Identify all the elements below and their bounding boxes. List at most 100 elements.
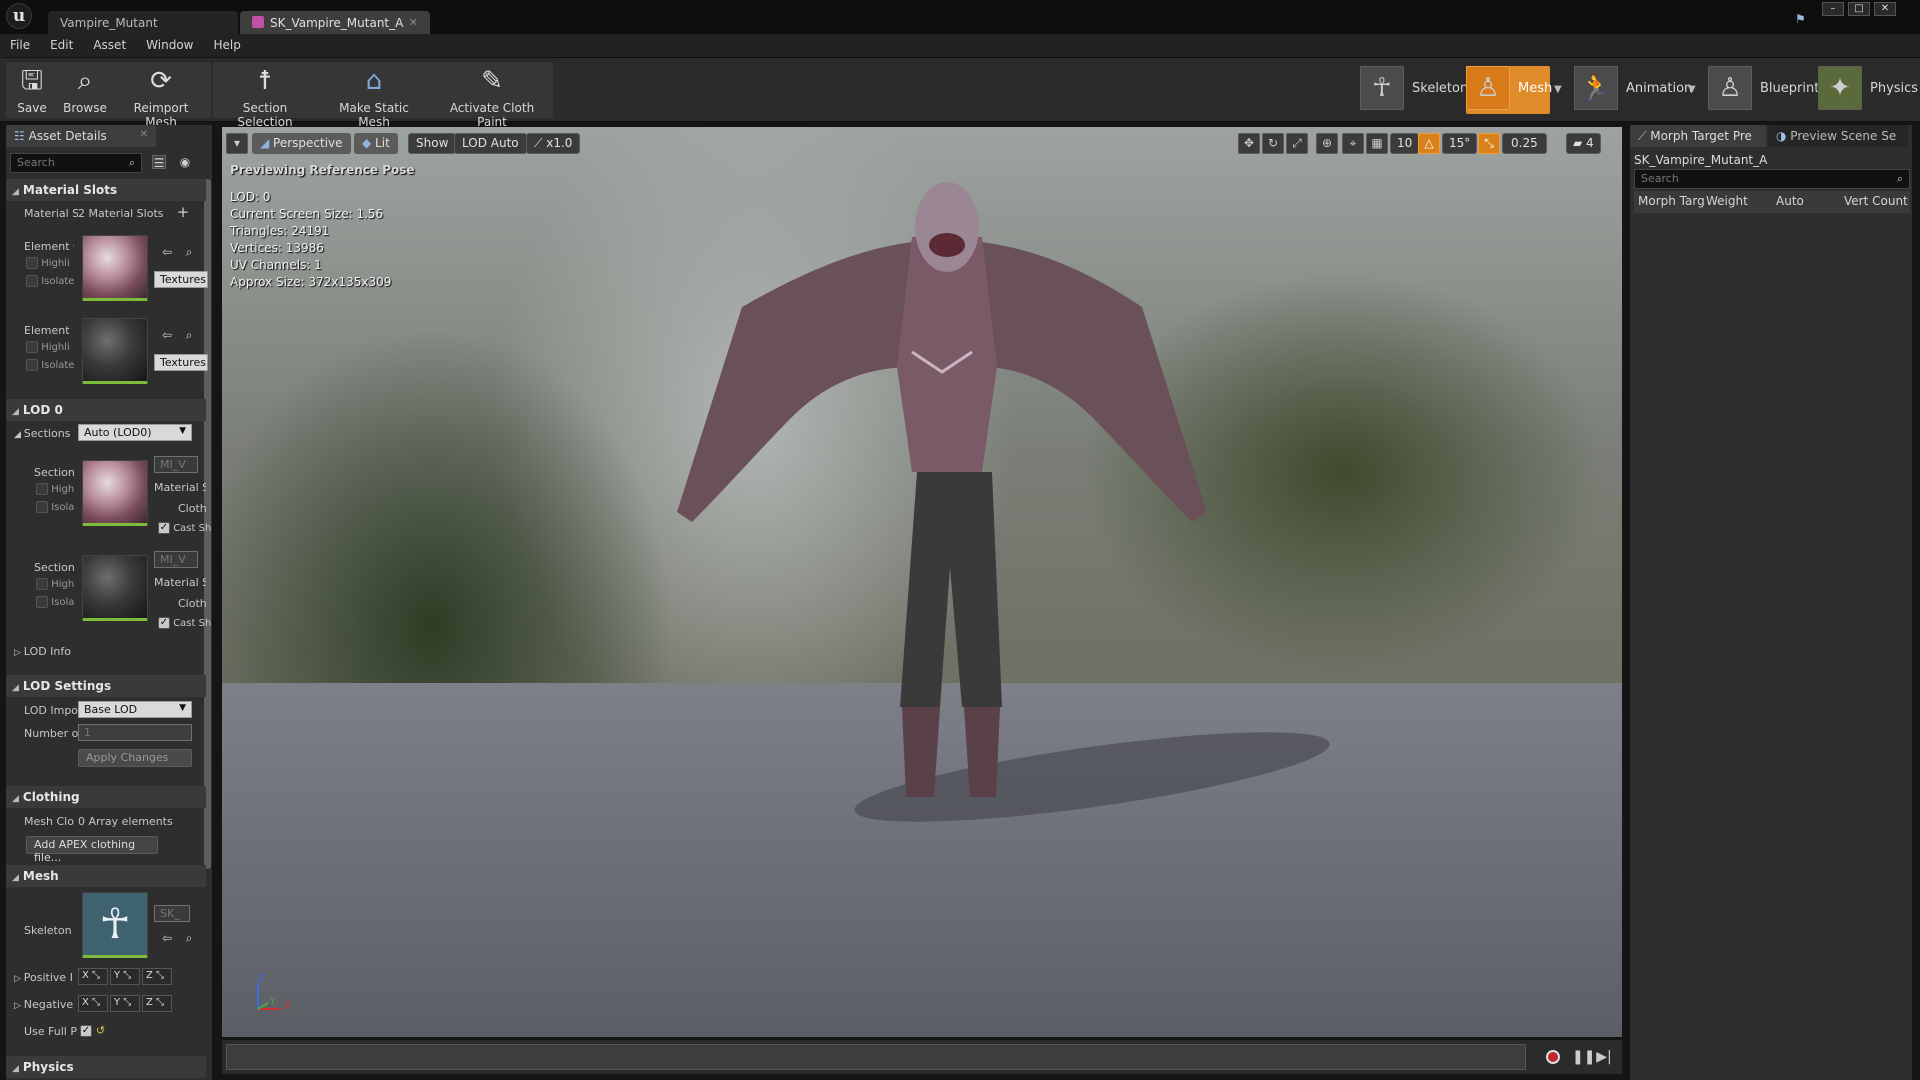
- surface-snap-icon[interactable]: ⌖: [1342, 133, 1364, 154]
- number-of-lods-input[interactable]: 1: [78, 724, 192, 741]
- checkbox[interactable]: [36, 596, 48, 608]
- rotation-snap-icon[interactable]: △: [1418, 133, 1440, 154]
- mode-physics-button[interactable]: ✦ Physics: [1818, 66, 1918, 114]
- checkbox-checked[interactable]: ✓: [158, 617, 170, 629]
- positive-bounds-row[interactable]: ▷ Positive I: [14, 971, 78, 984]
- close-window-button[interactable]: ✕: [1874, 2, 1896, 16]
- section-1-isolate[interactable]: Isola: [36, 596, 74, 608]
- mesh-dropdown-icon[interactable]: ▼: [1554, 84, 1562, 95]
- menu-help[interactable]: Help: [203, 34, 250, 56]
- step-forward-button[interactable]: ▶|: [1596, 1049, 1612, 1065]
- checkbox-checked[interactable]: ✓: [80, 1024, 92, 1037]
- use-selected-arrow-icon[interactable]: ⇦: [160, 328, 174, 342]
- activate-cloth-paint-button[interactable]: ✎ Activate Cloth Paint: [434, 62, 550, 129]
- checkbox[interactable]: [26, 257, 38, 269]
- tab-asset-details[interactable]: ☷ Asset Details ✕: [6, 125, 156, 147]
- view-options-icon[interactable]: ☰: [152, 155, 166, 170]
- sections-lod-dropdown[interactable]: Auto (LOD0) ▼: [78, 424, 192, 441]
- add-apex-clothing-button[interactable]: Add APEX clothing file...: [26, 836, 158, 864]
- material-thumbnail-dark[interactable]: [82, 318, 148, 384]
- column-morph-target[interactable]: Morph Targ: [1638, 194, 1705, 214]
- rotation-snap-value[interactable]: 15°: [1442, 133, 1478, 154]
- record-button[interactable]: [1546, 1050, 1560, 1064]
- use-full-precision-checkbox[interactable]: ✓ ↺: [80, 1023, 105, 1037]
- reimport-mesh-button[interactable]: ⟳ Reimport Mesh: [116, 62, 206, 129]
- lod-info-row[interactable]: ▷ LOD Info: [14, 645, 71, 658]
- menu-asset[interactable]: Asset: [83, 34, 136, 56]
- section-lod-0[interactable]: ◢ LOD 0: [6, 399, 206, 421]
- make-static-mesh-button[interactable]: ⌂ Make Static Mesh: [322, 62, 426, 129]
- animation-dropdown-icon[interactable]: ▼: [1688, 84, 1696, 95]
- element-1-dropdown[interactable]: Textures: [154, 354, 208, 371]
- negative-z-field[interactable]: Z ⤡: [142, 995, 172, 1012]
- tab-vampire-mutant[interactable]: Vampire_Mutant: [48, 11, 238, 34]
- section-material-slots[interactable]: ◢ Material Slots: [6, 179, 206, 201]
- element-0-dropdown[interactable]: Textures: [154, 271, 208, 288]
- tab-preview-scene-settings[interactable]: ◑ Preview Scene Se: [1768, 125, 1908, 147]
- close-tab-icon[interactable]: ✕: [409, 16, 418, 29]
- lod-import-dropdown[interactable]: Base LOD ▼: [78, 701, 192, 718]
- section-selection-button[interactable]: ☨ Section Selection: [216, 62, 314, 129]
- menu-file[interactable]: File: [0, 34, 40, 56]
- browse-asset-icon[interactable]: ⌕: [182, 931, 196, 945]
- checkbox[interactable]: [36, 501, 48, 513]
- lit-button[interactable]: ◆ Lit: [354, 133, 398, 154]
- grid-snap-value[interactable]: 10: [1390, 133, 1420, 154]
- skeleton-thumbnail[interactable]: ☥: [82, 892, 148, 958]
- scale-snap-icon[interactable]: ⤡: [1478, 133, 1500, 154]
- column-vert-count[interactable]: Vert Count: [1844, 194, 1908, 214]
- tab-sk-vampire-mutant-a[interactable]: SK_Vampire_Mutant_A ✕: [240, 11, 430, 34]
- negative-x-field[interactable]: X ⤡: [78, 995, 108, 1012]
- use-selected-arrow-icon[interactable]: ⇦: [160, 931, 174, 945]
- mode-blueprint-button[interactable]: ♙ Blueprint: [1708, 66, 1819, 114]
- section-0-mi-dropdown[interactable]: MI_V: [154, 456, 198, 473]
- element-0-isolate[interactable]: Isolate: [26, 275, 74, 287]
- apply-changes-button[interactable]: Apply Changes: [78, 749, 192, 767]
- positive-z-field[interactable]: Z ⤡: [142, 968, 172, 985]
- browse-asset-icon[interactable]: ⌕: [182, 328, 196, 342]
- section-physics[interactable]: ◢ Physics: [6, 1056, 206, 1078]
- viewport[interactable]: ▾ ◢ Perspective ◆ Lit Show LOD Auto ⟋ x1…: [222, 127, 1622, 1037]
- grid-snap-icon[interactable]: ▦: [1366, 133, 1388, 154]
- details-search-input[interactable]: Search ⌕: [10, 153, 142, 173]
- translate-icon[interactable]: ✥: [1238, 133, 1260, 154]
- scale-snap-value[interactable]: 0.25: [1502, 133, 1547, 154]
- scale-icon[interactable]: ⤢: [1286, 133, 1308, 154]
- menu-edit[interactable]: Edit: [40, 34, 83, 56]
- section-1-cast-shadow[interactable]: ✓ Cast Sh: [158, 617, 211, 629]
- pause-button[interactable]: ❚❚: [1572, 1049, 1595, 1065]
- feedback-icon[interactable]: ⚑: [1795, 12, 1806, 26]
- close-tab-icon[interactable]: ✕: [140, 129, 148, 140]
- section-clothing[interactable]: ◢ Clothing: [6, 786, 206, 808]
- checkbox[interactable]: [36, 483, 48, 495]
- checkbox[interactable]: [26, 341, 38, 353]
- checkbox[interactable]: [26, 359, 38, 371]
- tab-morph-target-preview[interactable]: ⟋ Morph Target Pre: [1630, 125, 1766, 147]
- playback-speed-button[interactable]: ⟋ x1.0: [526, 133, 581, 154]
- world-local-icon[interactable]: ⊕: [1316, 133, 1338, 154]
- lod-auto-button[interactable]: LOD Auto: [454, 133, 527, 154]
- element-0-highlight[interactable]: Highli: [26, 257, 70, 269]
- maximize-button[interactable]: □: [1848, 2, 1870, 16]
- unreal-logo-icon[interactable]: u: [6, 3, 32, 29]
- section-1-mi-dropdown[interactable]: MI_V: [154, 551, 198, 568]
- element-1-isolate[interactable]: Isolate: [26, 359, 74, 371]
- browse-asset-icon[interactable]: ⌕: [182, 245, 196, 259]
- section-0-highlight[interactable]: High: [36, 483, 74, 495]
- negative-bounds-row[interactable]: ▷ Negative: [14, 998, 78, 1011]
- skeleton-dropdown[interactable]: SK_: [154, 905, 190, 922]
- mode-skeleton-button[interactable]: ☥ Skeleton: [1360, 66, 1468, 114]
- section-0-isolate[interactable]: Isola: [36, 501, 74, 513]
- section-1-highlight[interactable]: High: [36, 578, 74, 590]
- menu-window[interactable]: Window: [136, 34, 203, 56]
- positive-x-field[interactable]: X ⤡: [78, 968, 108, 985]
- section-lod-settings[interactable]: ◢ LOD Settings: [6, 675, 206, 697]
- section-mesh[interactable]: ◢ Mesh: [6, 865, 206, 887]
- element-1-highlight[interactable]: Highli: [26, 341, 70, 353]
- column-auto[interactable]: Auto: [1776, 194, 1804, 214]
- show-button[interactable]: Show: [408, 133, 457, 154]
- reset-to-default-icon[interactable]: ↺: [96, 1024, 105, 1037]
- viewport-options-button[interactable]: ▾: [226, 133, 248, 154]
- positive-y-field[interactable]: Y ⤡: [110, 968, 140, 985]
- mode-mesh-button[interactable]: ♙ Mesh: [1466, 66, 1552, 114]
